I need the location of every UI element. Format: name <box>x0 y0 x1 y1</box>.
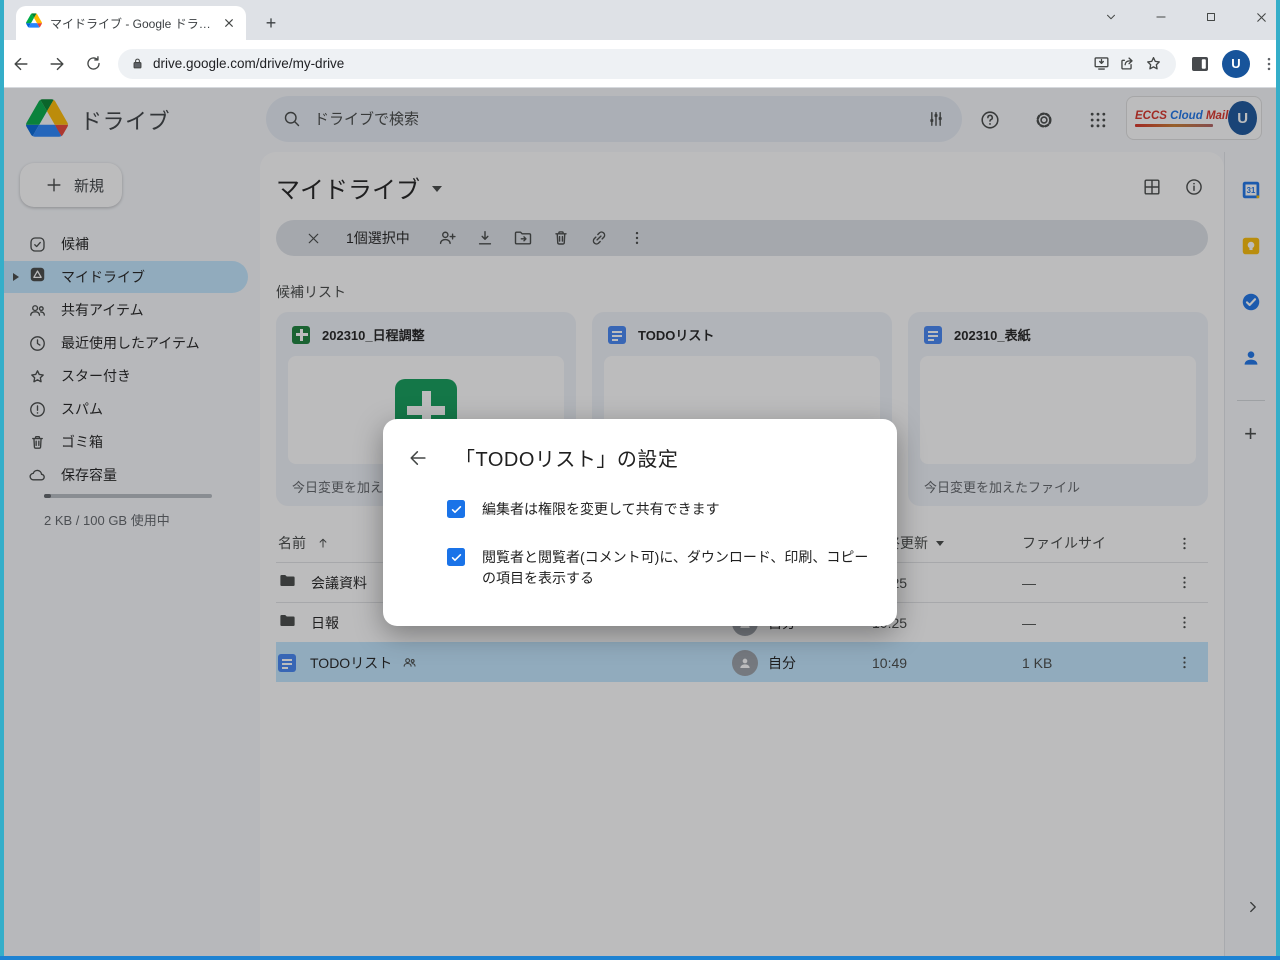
window-close-button[interactable] <box>1248 4 1274 30</box>
forward-button[interactable] <box>42 49 72 79</box>
dialog-title: 「TODOリスト」の設定 <box>455 443 678 472</box>
settings-dialog: 「TODOリスト」の設定 編集者は権限を変更して共有できます 閲覧者と閲覧者(コ… <box>383 419 897 626</box>
bookmark-star-icon[interactable] <box>1140 51 1166 77</box>
window-border <box>1276 0 1280 960</box>
toolbar-right: U <box>1188 50 1278 78</box>
checkbox-viewers-can-download[interactable] <box>447 548 465 566</box>
window-chevron-icon[interactable] <box>1098 4 1124 30</box>
tab-strip: マイドライブ - Google ドライブ + <box>0 0 1280 40</box>
dialog-back-icon[interactable] <box>407 447 429 469</box>
drive-favicon-icon <box>26 13 42 33</box>
window-controls <box>1098 4 1274 30</box>
share-icon[interactable] <box>1114 51 1140 77</box>
checkbox-label: 閲覧者と閲覧者(コメント可)に、ダウンロード、印刷、コピーの項目を表示する <box>482 547 870 589</box>
tab-title: マイドライブ - Google ドライブ <box>50 15 220 32</box>
install-icon[interactable] <box>1088 51 1114 77</box>
back-button[interactable] <box>6 49 36 79</box>
address-bar[interactable]: drive.google.com/drive/my-drive <box>118 49 1176 79</box>
tab-close-icon[interactable] <box>220 14 238 32</box>
browser-toolbar: drive.google.com/drive/my-drive U <box>0 40 1280 88</box>
window-maximize-button[interactable] <box>1198 4 1224 30</box>
side-panel-icon[interactable] <box>1188 52 1212 76</box>
url-text: drive.google.com/drive/my-drive <box>153 56 1088 71</box>
window-border <box>0 956 1280 960</box>
window-border <box>0 0 4 960</box>
checkbox-editors-can-share[interactable] <box>447 500 465 518</box>
window-minimize-button[interactable] <box>1148 4 1174 30</box>
browser-avatar[interactable]: U <box>1222 50 1250 78</box>
browser-tab[interactable]: マイドライブ - Google ドライブ <box>16 6 246 40</box>
lock-icon <box>130 56 145 71</box>
new-tab-button[interactable]: + <box>258 10 284 36</box>
reload-button[interactable] <box>78 49 108 79</box>
checkbox-label: 編集者は権限を変更して共有できます <box>482 499 870 520</box>
